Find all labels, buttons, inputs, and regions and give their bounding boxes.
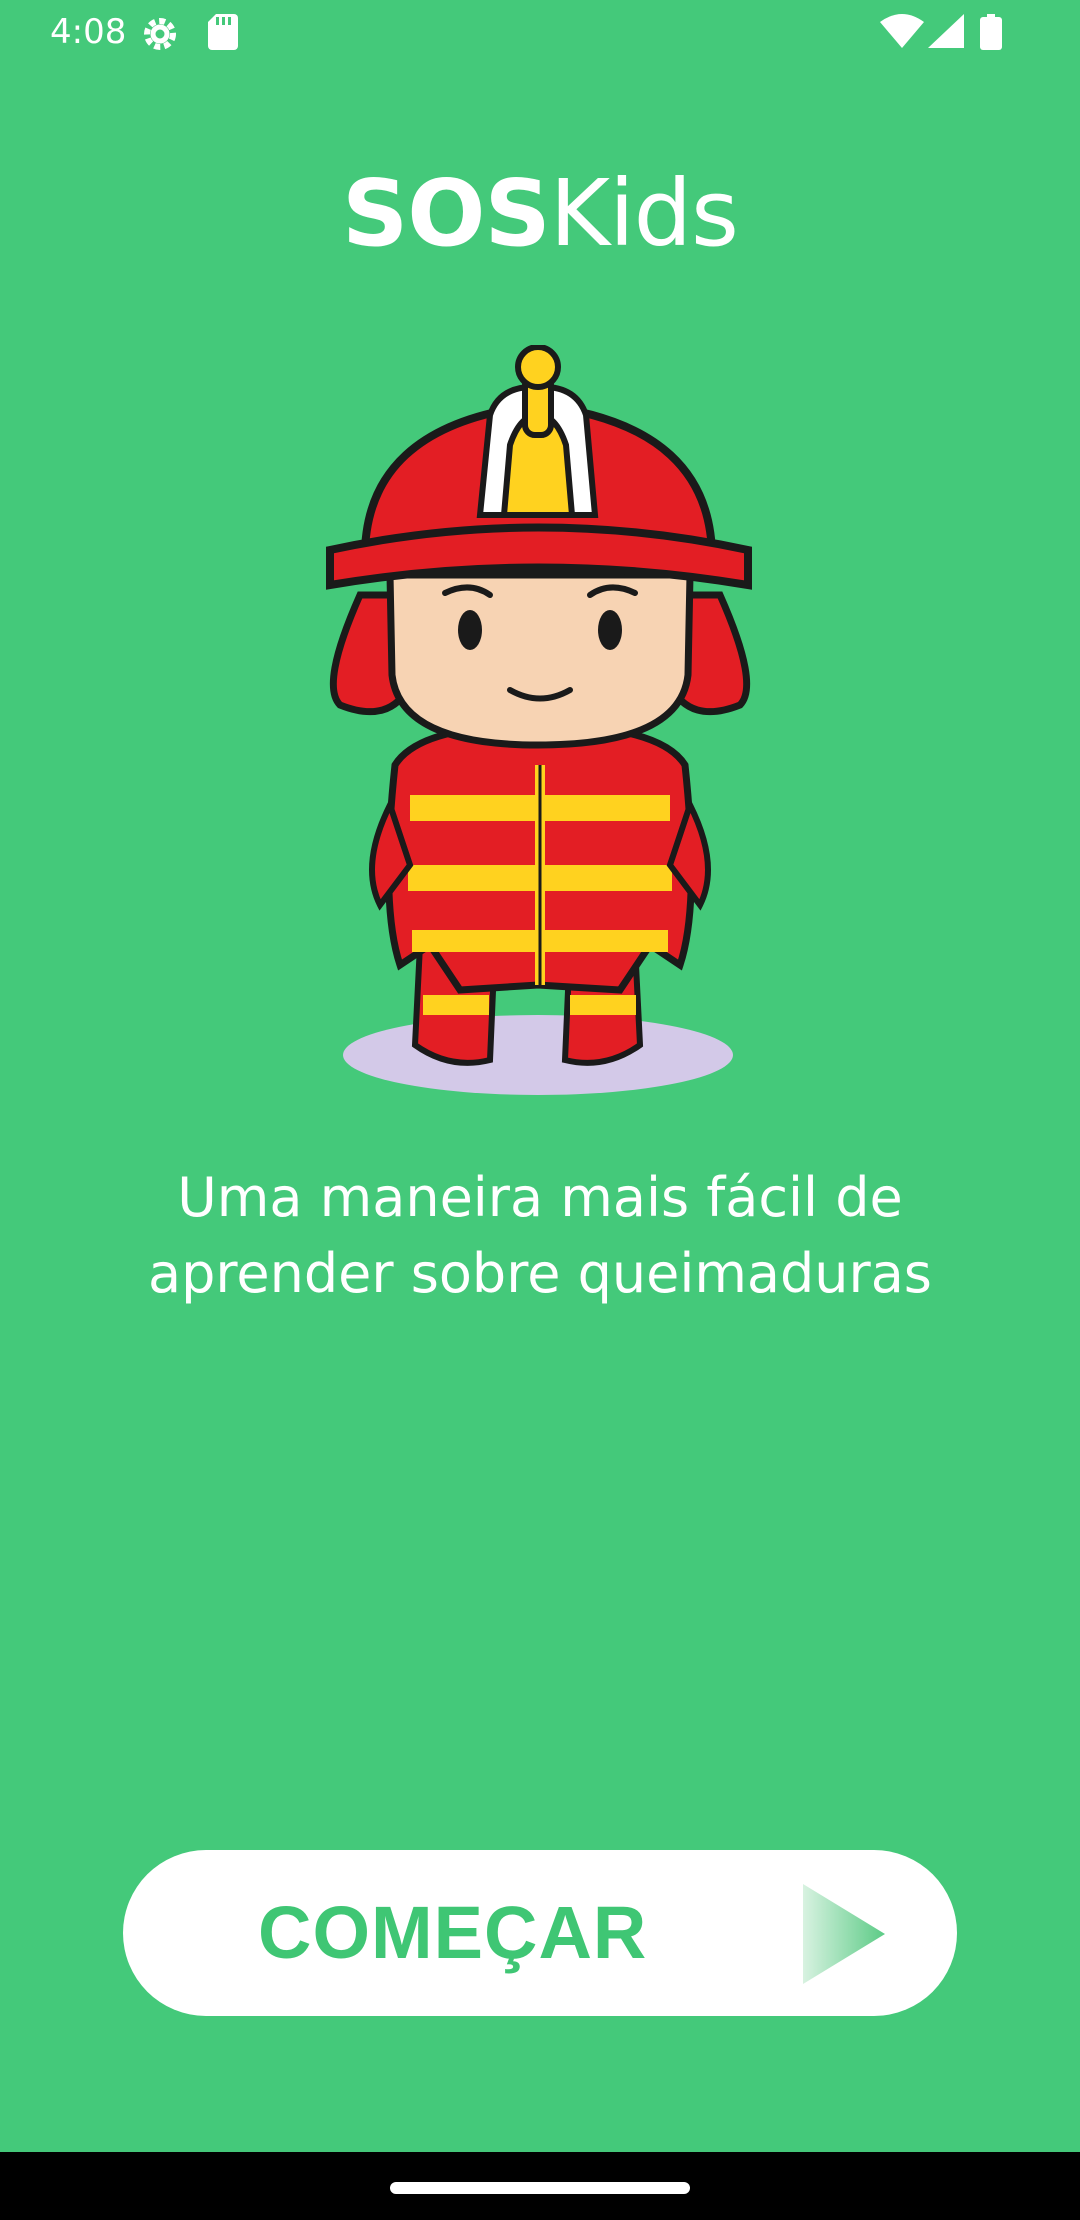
start-button[interactable]: COMEÇAR [123,1850,957,2016]
status-time: 4:08 [50,12,127,52]
navigation-bar [0,2152,1080,2220]
status-bar: 4:08 [0,0,1080,68]
sd-card-icon [208,14,238,54]
wifi-icon [880,14,924,54]
app-title: SOSKids [0,160,1080,267]
battery-icon [980,14,1002,54]
play-arrow-icon [793,1884,893,1988]
firefighter-kid-illustration [320,344,760,1105]
app-screen: 4:08 SOSKids Uma maneira mais fácil de a… [0,0,1080,2152]
tagline: Uma maneira mais fácil de aprender sobre… [148,1166,932,1305]
cell-signal-icon [928,14,964,54]
settings-gear-icon [140,14,180,58]
start-button-label: COMEÇAR [258,1891,648,1974]
home-gesture-pill[interactable] [390,2182,690,2194]
app-title-rest: Kids [549,160,739,267]
app-title-bold: SOS [342,160,551,267]
